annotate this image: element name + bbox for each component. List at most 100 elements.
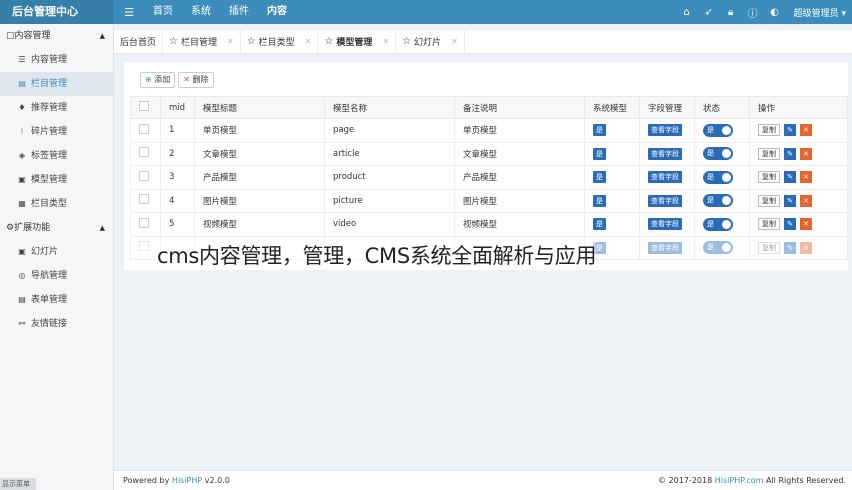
status-toggle[interactable]: 是 [703, 147, 733, 161]
cell-system: 是 [584, 188, 640, 213]
delete-row-icon[interactable]: ✕ [800, 194, 812, 207]
cell-note: 视频模型 [454, 212, 585, 237]
row-select-cell[interactable] [130, 118, 161, 143]
delete-row-icon[interactable]: ✕ [800, 171, 812, 184]
view-fields-button[interactable]: 查看字段 [648, 218, 682, 231]
top-nav-system[interactable]: 系统 [182, 0, 220, 24]
row-select-cell[interactable] [130, 188, 161, 213]
copyright-link[interactable]: HisiPHP.com [715, 476, 764, 485]
show-menu-button[interactable]: 显示菜单 [0, 478, 36, 490]
cell-title: 图片模型 [194, 188, 325, 213]
cell-fields: 查看字段 [639, 165, 695, 190]
menu-toggle-icon[interactable]: ☰ [114, 6, 144, 19]
system-badge: 是 [593, 194, 606, 207]
lock-icon[interactable]: 🔒︎ [720, 7, 742, 18]
row-select-cell[interactable] [130, 212, 161, 237]
row-checkbox[interactable] [139, 194, 149, 205]
cell-fields: 查看字段 [639, 212, 695, 237]
row-select-cell[interactable] [130, 235, 161, 260]
cell-name: article [324, 141, 455, 166]
row-checkbox[interactable] [139, 170, 149, 181]
plus-icon: ⊕ [145, 75, 152, 84]
grid-icon: ⁝ [20, 127, 24, 136]
edit-icon[interactable]: ✎ [784, 194, 796, 207]
delete-row-icon[interactable]: ✕ [800, 147, 812, 160]
language-icon[interactable]: ⓘ [742, 5, 764, 20]
sidebar-item-forms[interactable]: ▤ 表单管理 [0, 288, 113, 312]
sidebar-item-models[interactable]: ▣ 模型管理 [0, 168, 113, 192]
close-icon[interactable]: ✕ [382, 37, 389, 46]
copy-button[interactable]: 复制 [758, 147, 780, 160]
edit-icon[interactable]: ✎ [784, 218, 796, 231]
delete-button[interactable]: ✕ 删除 [178, 72, 214, 88]
row-checkbox[interactable] [139, 217, 149, 228]
top-nav-content[interactable]: 内容 [258, 0, 296, 24]
copy-button[interactable]: 复制 [758, 194, 780, 207]
rocket-icon[interactable]: ➶ [698, 7, 720, 18]
table-row: 1 单页模型 page 单页模型是查看字段是复制 ✎ ✕ [130, 118, 848, 143]
status-toggle[interactable]: 是 [703, 194, 733, 208]
select-all-checkbox[interactable] [139, 101, 149, 111]
tab-column-types[interactable]: ☆ 栏目类型 ✕ [241, 29, 319, 54]
delete-row-icon[interactable]: ✕ [800, 218, 812, 231]
top-nav-plugins[interactable]: 插件 [220, 0, 258, 24]
sidebar-item-recommend[interactable]: ♦ 推荐管理 [0, 96, 113, 120]
palette-icon[interactable]: ◐ [764, 7, 786, 18]
view-fields-button[interactable]: 查看字段 [648, 124, 682, 137]
status-toggle[interactable]: 是 [703, 170, 733, 184]
edit-icon[interactable]: ✎ [784, 124, 796, 137]
copy-button[interactable]: 复制 [758, 241, 780, 254]
status-toggle[interactable]: 是 [703, 241, 733, 255]
tab-columns[interactable]: ☆ 栏目管理 ✕ [163, 29, 241, 54]
view-fields-button[interactable]: 查看字段 [648, 194, 682, 207]
cell-status: 是 [694, 141, 750, 166]
cell-status: 是 [694, 118, 750, 143]
edit-icon[interactable]: ✎ [784, 147, 796, 160]
user-menu[interactable]: 超级管理员 ▾ [786, 6, 846, 19]
row-checkbox[interactable] [139, 123, 149, 134]
caret-up-icon: ▲ [99, 32, 105, 40]
sidebar-group-content[interactable]: ▢ 内容管理 ▲ [0, 24, 113, 48]
brand-title[interactable]: 后台管理中心 [0, 0, 114, 24]
delete-row-icon[interactable]: ✕ [800, 241, 812, 254]
edit-icon[interactable]: ✎ [784, 171, 796, 184]
tab-home[interactable]: 后台首页 [114, 29, 164, 54]
close-icon[interactable]: ✕ [227, 37, 234, 46]
row-checkbox[interactable] [139, 147, 149, 158]
sidebar-item-navigation[interactable]: ◎ 导航管理 [0, 264, 113, 288]
product-link[interactable]: HisiPHP [172, 476, 202, 485]
copy-button[interactable]: 复制 [758, 218, 780, 231]
status-toggle[interactable]: 是 [703, 217, 733, 231]
view-fields-button[interactable]: 查看字段 [648, 241, 682, 254]
copy-button[interactable]: 复制 [758, 171, 780, 184]
view-fields-button[interactable]: 查看字段 [648, 147, 682, 160]
add-button[interactable]: ⊕ 添加 [140, 72, 176, 88]
sidebar-item-column-types[interactable]: ▦ 栏目类型 [0, 192, 113, 216]
top-nav-home[interactable]: 首页 [144, 0, 182, 24]
sidebar-item-tags[interactable]: ◈ 标签管理 [0, 144, 113, 168]
view-fields-button[interactable]: 查看字段 [648, 171, 682, 184]
tab-label: 后台首页 [120, 38, 157, 48]
home-icon[interactable]: ⌂ [676, 7, 698, 18]
sidebar-group-extensions[interactable]: ⚙ 扩展功能 ▲ [0, 216, 113, 240]
row-select-cell[interactable] [130, 165, 161, 190]
cell-mid: 4 [160, 188, 195, 213]
close-icon[interactable]: ✕ [451, 37, 458, 46]
delete-row-icon[interactable]: ✕ [800, 124, 812, 137]
row-select-cell[interactable] [130, 141, 161, 166]
close-icon[interactable]: ✕ [305, 37, 312, 46]
tab-models[interactable]: ☆ 模型管理 ✕ [318, 29, 397, 54]
status-toggle[interactable]: 是 [703, 123, 733, 137]
col-title: 模型标题 [194, 96, 325, 119]
sidebar-item-fragments[interactable]: ⁝ 碎片管理 [0, 120, 113, 144]
tab-slides[interactable]: ☆ 幻灯片 ✕ [396, 29, 465, 54]
sidebar-item-slides[interactable]: ▣ 幻灯片 [0, 240, 113, 264]
copy-button[interactable]: 复制 [758, 124, 780, 137]
sidebar-item-content[interactable]: ☰ 内容管理 [0, 48, 113, 72]
row-checkbox[interactable] [139, 241, 149, 252]
select-all-cell[interactable] [130, 96, 161, 119]
copyright-prefix: © 2017-2018 [658, 476, 713, 485]
sidebar-item-links[interactable]: ⚯ 友情链接 [0, 312, 113, 336]
sidebar-item-columns[interactable]: ▤ 栏目管理 [0, 72, 113, 96]
edit-icon[interactable]: ✎ [784, 241, 796, 254]
